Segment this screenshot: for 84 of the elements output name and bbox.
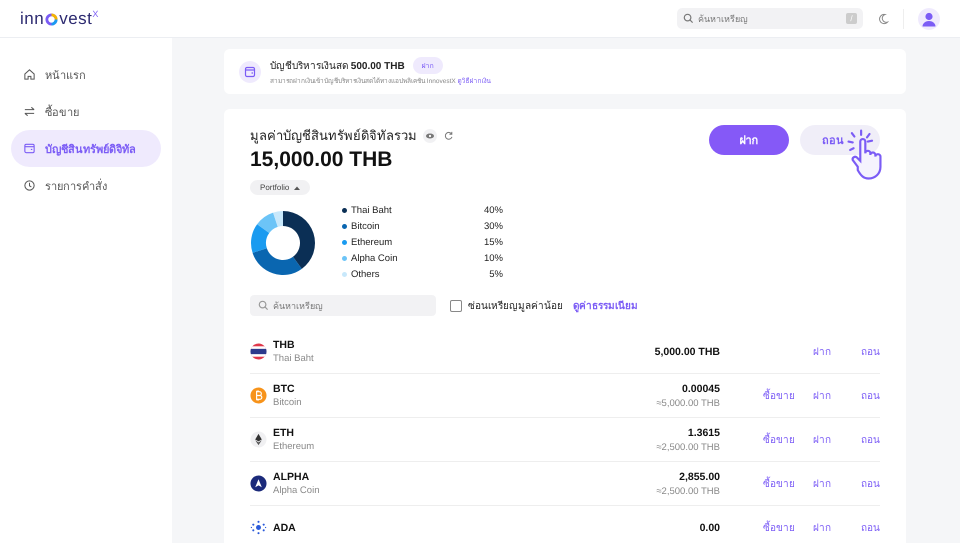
sidebar-item[interactable]: บัญชีสินทรัพย์ดิจิทัล — [11, 130, 161, 167]
deposit-link[interactable]: ฝาก — [813, 388, 831, 403]
portfolio-title: มูลค่าบัญชีสินทรัพย์ดิจิทัลรวม — [250, 127, 417, 146]
clock-icon — [23, 179, 36, 192]
coin-icon — [250, 519, 267, 536]
search-icon — [683, 13, 694, 24]
coin-name: Bitcoin — [273, 397, 302, 408]
coin-amount: 0.00 — [700, 522, 720, 534]
legend-label: Bitcoin — [351, 221, 381, 232]
legend-percent: 40% — [482, 205, 503, 216]
refresh-icon[interactable] — [443, 130, 454, 141]
avatar-icon[interactable] — [918, 8, 940, 30]
withdraw-link[interactable]: ถอน — [861, 476, 880, 491]
coin-value: ≈2,500.00 THB — [656, 442, 720, 452]
coin-value: ≈5,000.00 THB — [656, 398, 720, 408]
legend-label: Ethereum — [351, 237, 394, 248]
deposit-link[interactable]: ฝาก — [813, 520, 831, 535]
coin-name: Thai Baht — [273, 353, 314, 364]
withdraw-link[interactable]: ถอน — [861, 520, 880, 535]
coin-symbol: BTC — [273, 383, 296, 395]
moon-icon[interactable] — [877, 12, 889, 24]
deposit-button[interactable]: ฝาก — [709, 125, 789, 155]
withdraw-link[interactable]: ถอน — [861, 432, 880, 447]
coin-symbol: ETH — [273, 427, 295, 439]
coin-symbol: ADA — [273, 522, 296, 534]
search-input[interactable]: ค้นหาเหรียญ — [698, 14, 842, 24]
legend-dot — [342, 256, 347, 261]
legend-dot — [342, 224, 347, 229]
legend-percent: 15% — [482, 237, 503, 248]
deposit-link[interactable]: ฝาก — [813, 432, 831, 447]
withdraw-link[interactable]: ถอน — [861, 388, 880, 403]
deposit-link[interactable]: ฝาก — [813, 344, 831, 359]
coin-search-field[interactable]: ค้นหาเหรียญ — [250, 295, 436, 316]
sidebar-item[interactable]: รายการคำสั่ง — [11, 167, 161, 204]
wallet-icon — [239, 60, 261, 82]
deposit-link[interactable]: ฝาก — [813, 476, 831, 491]
caret-icon — [294, 186, 300, 190]
legend-percent: 30% — [482, 221, 503, 232]
sidebar-item[interactable]: หน้าแรก — [11, 56, 161, 93]
eye-icon[interactable] — [423, 128, 437, 142]
coin-name: Alpha Coin — [273, 485, 320, 496]
coin-amount: 2,855.00 — [679, 470, 720, 482]
trade-link[interactable]: ซื้อขาย — [763, 520, 795, 535]
logo-text: inn — [20, 8, 44, 28]
wallet-icon — [23, 142, 36, 155]
legend-dot — [342, 208, 347, 213]
legend-percent: 10% — [482, 253, 503, 264]
view-fees-link[interactable]: ดูค่าธรรมเนียม — [573, 298, 638, 313]
coin-name: Ethereum — [273, 441, 314, 452]
cash-account-title: บัญชีบริหารเงินสด 500.00 THB — [270, 60, 405, 73]
coin-search-input[interactable]: ค้นหาเหรียญ — [273, 300, 428, 310]
legend-label: Alpha Coin — [351, 253, 398, 264]
ring-logo-icon — [45, 13, 58, 26]
flag-icon — [250, 343, 267, 360]
portfolio-dropdown[interactable]: Portfolio — [250, 180, 310, 195]
coin-amount: 0.00045 — [682, 382, 720, 394]
coin-value: ≈2,500.00 THB — [656, 486, 720, 496]
legend-label: Thai Baht — [351, 205, 393, 216]
swap-arrows-icon — [23, 105, 36, 118]
withdraw-button[interactable]: ถอน — [800, 125, 880, 155]
portfolio-total: 15,000.00 THB — [250, 148, 394, 172]
trade-link[interactable]: ซื้อขาย — [763, 388, 795, 403]
shortcut-key: / — [846, 13, 857, 24]
search-icon — [258, 300, 269, 311]
logo-text: vest — [59, 8, 92, 28]
legend-label: Others — [351, 269, 381, 280]
checkbox[interactable] — [450, 300, 462, 312]
coin-icon — [250, 475, 267, 492]
withdraw-link[interactable]: ถอน — [861, 344, 880, 359]
logo-superscript: X — [92, 8, 99, 18]
legend-percent: 5% — [488, 269, 503, 280]
legend-dot — [342, 272, 347, 277]
trade-link[interactable]: ซื้อขาย — [763, 432, 795, 447]
coin-icon — [250, 387, 267, 404]
trade-link[interactable]: ซื้อขาย — [763, 476, 795, 491]
coin-symbol: ALPHA — [273, 471, 310, 483]
hide-small-coins-label: ซ่อนเหรียญมูลค่าน้อย — [468, 300, 563, 313]
coin-amount: 1.3615 — [688, 426, 720, 438]
sidebar-item[interactable]: ซื้อขาย — [11, 93, 161, 130]
coin-icon — [250, 431, 267, 448]
legend-dot — [342, 240, 347, 245]
coin-symbol: THB — [273, 339, 296, 351]
coin-amount: 5,000.00 THB — [654, 346, 720, 358]
home-icon — [23, 68, 36, 81]
